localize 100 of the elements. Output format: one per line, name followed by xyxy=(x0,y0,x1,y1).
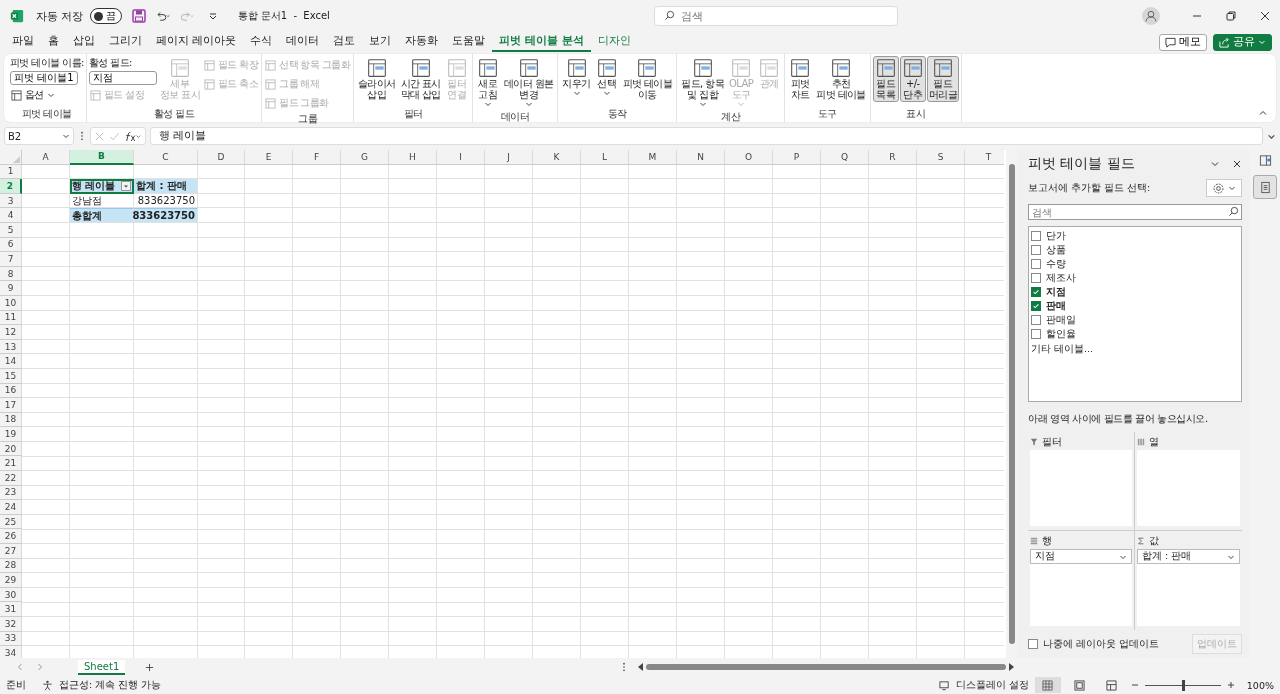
normal-view-icon[interactable] xyxy=(1034,677,1061,693)
checkbox[interactable] xyxy=(1031,273,1041,283)
more-icon[interactable] xyxy=(622,662,626,672)
column-header[interactable]: M xyxy=(629,150,677,165)
chevron-down-icon[interactable] xyxy=(1210,159,1220,169)
field-chip[interactable]: 합계 : 판매 xyxy=(1137,549,1240,564)
row-header[interactable]: 34 xyxy=(0,646,22,658)
row-header[interactable]: 27 xyxy=(0,544,22,559)
autosave-toggle[interactable]: 끔 xyxy=(89,8,122,24)
function-icon[interactable] xyxy=(124,130,142,142)
ribbon-button[interactable]: 시간 표시 막대 삽입 xyxy=(398,56,443,102)
ribbon-button[interactable]: 선택 xyxy=(593,56,620,99)
checkbox[interactable] xyxy=(1031,245,1041,255)
column-header[interactable]: G xyxy=(341,150,389,165)
row-header[interactable]: 22 xyxy=(0,471,22,486)
ribbon-button[interactable]: 필드, 항목 및 집합 xyxy=(679,56,727,110)
panel-icon[interactable] xyxy=(1258,154,1272,167)
accessibility-icon[interactable] xyxy=(42,679,53,691)
row-header[interactable]: 7 xyxy=(0,252,22,267)
menu-tab[interactable]: 홈 xyxy=(41,32,66,52)
drop-area[interactable]: 지점 xyxy=(1030,549,1132,626)
search-field[interactable]: 검색 xyxy=(1028,204,1242,220)
ribbon-button[interactable]: 필드 머리글 xyxy=(926,56,959,102)
column-header[interactable]: A xyxy=(22,150,70,165)
close-icon[interactable] xyxy=(1232,159,1242,169)
zoom-level[interactable]: 100% xyxy=(1246,679,1274,691)
menu-tab[interactable]: 자동화 xyxy=(398,32,446,52)
zoom-in-icon[interactable] xyxy=(1226,681,1235,689)
sheet-tab[interactable]: Sheet1 xyxy=(78,659,126,675)
column-header[interactable]: L xyxy=(581,150,629,165)
field-name[interactable]: 할인율 xyxy=(1046,327,1076,341)
checkbox[interactable] xyxy=(1031,259,1041,269)
restore-icon[interactable] xyxy=(1226,11,1236,21)
field-list-button[interactable] xyxy=(1253,175,1277,199)
ribbon-button[interactable]: 추천 피벗 테이블 xyxy=(814,56,868,102)
row-header[interactable]: 14 xyxy=(0,354,22,369)
cancel-icon[interactable] xyxy=(94,130,105,142)
field-chip[interactable]: 지점 xyxy=(1030,549,1132,564)
comment-button[interactable]: 메모 xyxy=(1159,33,1207,51)
column-header[interactable]: D xyxy=(198,150,245,165)
menu-tab[interactable]: 보기 xyxy=(362,32,399,52)
column-header[interactable]: T xyxy=(965,150,1004,165)
column-header[interactable]: C xyxy=(134,150,198,165)
column-header[interactable]: P xyxy=(773,150,821,165)
ribbon-button[interactable]: 피벗 테이블 이동 xyxy=(620,56,675,102)
formula-field[interactable]: 행 레이블 xyxy=(150,127,1263,145)
settings-button[interactable] xyxy=(1206,179,1242,197)
row-header[interactable]: 24 xyxy=(0,500,22,515)
ribbon-button[interactable]: 피벗 차트 xyxy=(787,56,814,102)
field-name[interactable]: 수량 xyxy=(1046,257,1066,271)
table-cell[interactable]: 총합계 xyxy=(70,208,134,223)
row-header[interactable]: 29 xyxy=(0,573,22,588)
filter-dropdown-icon[interactable] xyxy=(121,181,131,191)
menu-tab[interactable]: 페이지 레이아웃 xyxy=(149,32,244,52)
menu-tab[interactable]: 그리기 xyxy=(102,32,149,52)
row-header[interactable]: 12 xyxy=(0,325,22,340)
checkbox[interactable] xyxy=(1031,231,1041,241)
field-name[interactable]: 제조사 xyxy=(1046,271,1076,285)
row-header[interactable]: 4 xyxy=(0,208,22,223)
menu-tab[interactable]: 디자인 xyxy=(590,32,638,52)
drop-area[interactable]: 합계 : 판매 xyxy=(1137,549,1240,626)
menu-tab[interactable]: 데이터 xyxy=(279,32,327,52)
row-header[interactable]: 21 xyxy=(0,456,22,472)
column-header[interactable]: J xyxy=(485,150,533,165)
display-settings-label[interactable]: 디스플레이 설정 xyxy=(955,678,1029,692)
undo-icon[interactable] xyxy=(155,9,170,23)
checkbox[interactable] xyxy=(1031,315,1041,325)
column-header[interactable]: R xyxy=(869,150,917,165)
check-icon[interactable] xyxy=(109,130,120,142)
row-header[interactable]: 9 xyxy=(0,281,22,296)
ribbon-button[interactable]: 새로 고침 xyxy=(474,56,501,110)
field-name[interactable]: 지점 xyxy=(1046,285,1066,299)
display-icon[interactable] xyxy=(938,679,950,691)
text-input[interactable]: 피벗 테이블1 xyxy=(10,71,78,85)
column-header[interactable]: S xyxy=(917,150,965,165)
column-header[interactable]: O xyxy=(725,150,773,165)
more-icon[interactable] xyxy=(80,131,84,141)
defer-update-label[interactable]: 나중에 레이아웃 업데이트 xyxy=(1043,637,1187,651)
column-header[interactable]: F xyxy=(293,150,341,165)
table-cell[interactable]: 합계 : 판매 xyxy=(134,179,198,194)
ribbon-button[interactable]: 데이터 원본 변경 xyxy=(501,56,556,110)
checkbox[interactable] xyxy=(1031,301,1041,311)
horizontal-scrollbar[interactable] xyxy=(638,662,1014,672)
column-header[interactable]: N xyxy=(677,150,725,165)
avatar-icon[interactable] xyxy=(1142,7,1160,25)
checkbox[interactable] xyxy=(1031,329,1041,339)
zoom-out-icon[interactable] xyxy=(1130,681,1139,689)
menu-tab[interactable]: 검토 xyxy=(326,32,363,52)
ribbon-button[interactable]: 지우기 xyxy=(560,56,593,99)
column-header[interactable]: B xyxy=(70,150,134,165)
name-box[interactable]: B2 xyxy=(4,127,74,145)
column-header[interactable]: K xyxy=(533,150,581,165)
row-header[interactable]: 2 xyxy=(0,179,22,194)
field-name[interactable]: 판매일 xyxy=(1046,313,1076,327)
field-name[interactable]: 판매 xyxy=(1046,299,1066,313)
ribbon-button[interactable]: +/- 단추 xyxy=(899,56,926,102)
row-header[interactable]: 31 xyxy=(0,602,22,617)
menu-tab[interactable]: 도움말 xyxy=(445,32,493,52)
ribbon-button[interactable]: 슬라이서 삽입 xyxy=(356,56,398,102)
checkbox[interactable] xyxy=(1031,287,1041,297)
